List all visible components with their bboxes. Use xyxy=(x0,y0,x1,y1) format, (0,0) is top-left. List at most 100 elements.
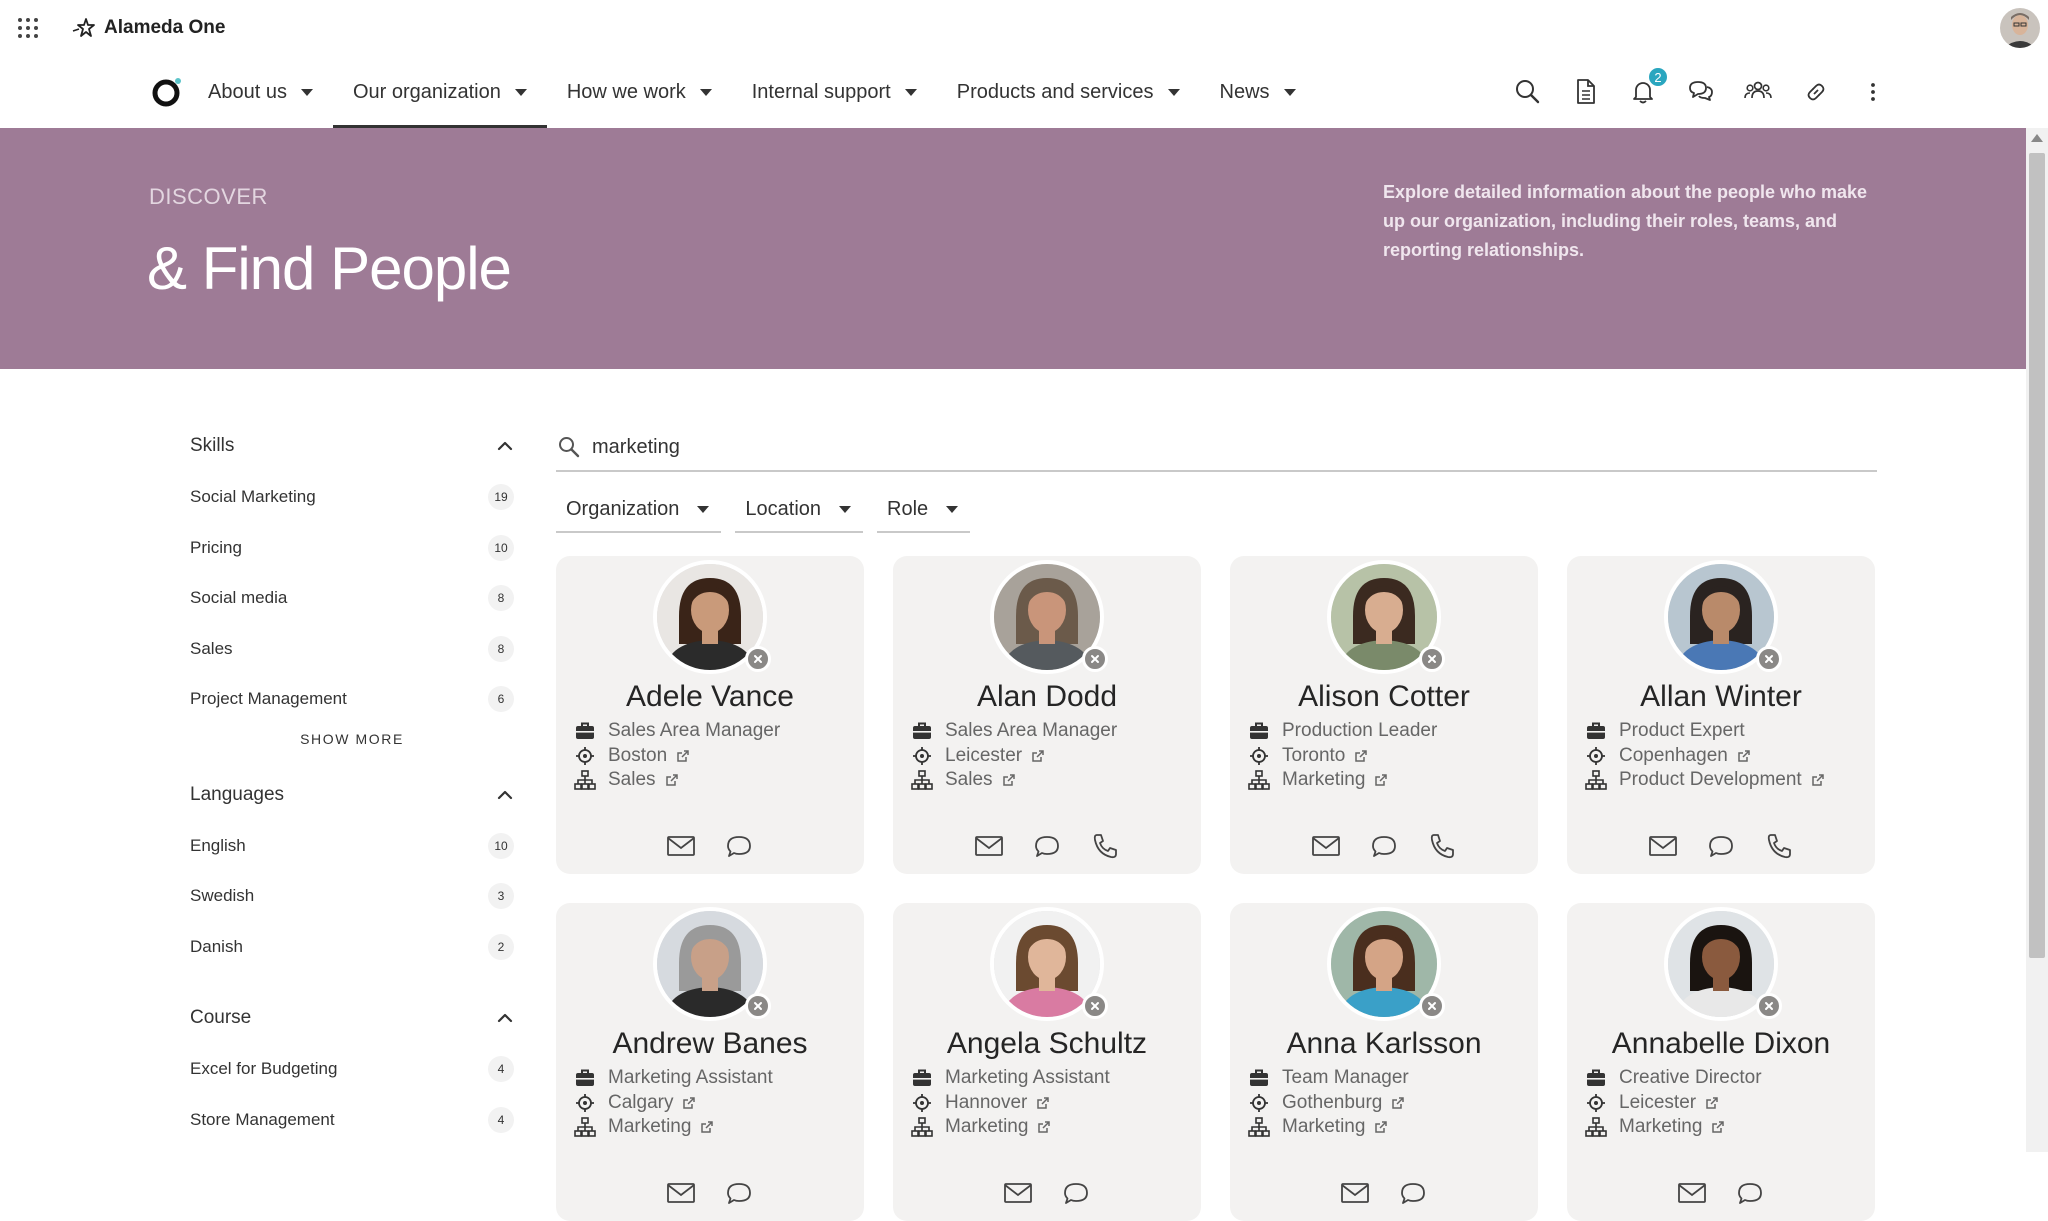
person-name[interactable]: Anna Karlsson xyxy=(1230,1027,1538,1061)
document-button[interactable] xyxy=(1566,72,1606,112)
person-card[interactable]: Andrew Banes Marketing Assistant Calgary Ma… xyxy=(556,903,864,1221)
nav-item-our-organization[interactable]: Our organization xyxy=(332,56,547,128)
person-location-link-row[interactable]: Hannover xyxy=(911,1092,1051,1114)
brand-link[interactable]: Alameda One xyxy=(72,16,225,40)
refiner-option[interactable]: Social Marketing 19 xyxy=(190,472,514,523)
person-department-link[interactable]: Marketing xyxy=(1282,769,1365,791)
person-location-link[interactable]: Boston xyxy=(608,745,667,767)
mail-button[interactable] xyxy=(665,830,697,862)
refiner-header-skills[interactable]: Skills xyxy=(190,420,514,472)
person-department-link[interactable]: Sales xyxy=(608,769,656,791)
chat-bubble-button[interactable] xyxy=(1397,1177,1429,1209)
person-name[interactable]: Alan Dodd xyxy=(893,680,1201,714)
person-department-link-row[interactable]: Marketing xyxy=(574,1116,715,1138)
person-location-link-row[interactable]: Gothenburg xyxy=(1248,1092,1406,1114)
person-department-link-row[interactable]: Marketing xyxy=(1248,769,1389,791)
site-logo-icon[interactable] xyxy=(152,76,184,108)
page-scrollbar[interactable] xyxy=(2026,128,2048,1152)
person-name[interactable]: Andrew Banes xyxy=(556,1027,864,1061)
person-location-link[interactable]: Gothenburg xyxy=(1282,1092,1382,1114)
person-location-link[interactable]: Leicester xyxy=(1619,1092,1696,1114)
mail-button[interactable] xyxy=(665,1177,697,1209)
filter-role[interactable]: Role xyxy=(877,487,971,533)
phone-button[interactable] xyxy=(1089,830,1121,862)
person-card[interactable]: Annabelle Dixon Creative Director Leiceste… xyxy=(1567,903,1875,1221)
chat-bubble-button[interactable] xyxy=(1368,830,1400,862)
mail-button[interactable] xyxy=(973,830,1005,862)
filter-location[interactable]: Location xyxy=(735,487,864,533)
phone-button[interactable] xyxy=(1426,830,1458,862)
person-location-link-row[interactable]: Toronto xyxy=(1248,745,1369,767)
person-card[interactable]: Adele Vance Sales Area Manager Boston Sales xyxy=(556,556,864,874)
nav-item-how-we-work[interactable]: How we work xyxy=(547,56,732,128)
person-location-link[interactable]: Leicester xyxy=(945,745,1022,767)
phone-button[interactable] xyxy=(1763,830,1795,862)
nav-item-products-and-services[interactable]: Products and services xyxy=(937,56,1200,128)
people-button[interactable] xyxy=(1738,72,1778,112)
person-location-link[interactable]: Hannover xyxy=(945,1092,1027,1114)
person-location-link-row[interactable]: Leicester xyxy=(1585,1092,1720,1114)
app-launcher-icon[interactable] xyxy=(16,16,40,40)
person-card[interactable]: Angela Schultz Marketing Assistant Hannove… xyxy=(893,903,1201,1221)
person-card[interactable]: Alan Dodd Sales Area Manager Leicester Sale… xyxy=(893,556,1201,874)
person-location-link[interactable]: Toronto xyxy=(1282,745,1345,767)
user-avatar[interactable] xyxy=(2000,8,2040,48)
person-location-link[interactable]: Calgary xyxy=(608,1092,673,1114)
person-department-link[interactable]: Marketing xyxy=(1619,1116,1702,1138)
person-card[interactable]: Alison Cotter Production Leader Toronto Mar… xyxy=(1230,556,1538,874)
mail-button[interactable] xyxy=(1002,1177,1034,1209)
scroll-up-icon[interactable] xyxy=(2031,134,2043,142)
refiner-header-languages[interactable]: Languages xyxy=(190,769,514,821)
filter-organization[interactable]: Organization xyxy=(556,487,722,533)
person-name[interactable]: Annabelle Dixon xyxy=(1567,1027,1875,1061)
person-department-link-row[interactable]: Sales xyxy=(574,769,680,791)
chat-bubble-button[interactable] xyxy=(1705,830,1737,862)
chat-bubble-button[interactable] xyxy=(1060,1177,1092,1209)
refiner-option[interactable]: Sales 8 xyxy=(190,624,514,675)
refiner-option[interactable]: Swedish 3 xyxy=(190,871,514,922)
chat-bubble-button[interactable] xyxy=(723,830,755,862)
mail-button[interactable] xyxy=(1310,830,1342,862)
mail-button[interactable] xyxy=(1676,1177,1708,1209)
person-department-link[interactable]: Product Development xyxy=(1619,769,1802,791)
person-department-link-row[interactable]: Marketing xyxy=(911,1116,1052,1138)
chat-button[interactable] xyxy=(1681,72,1721,112)
refiner-option[interactable]: Pricing 10 xyxy=(190,523,514,574)
person-department-link[interactable]: Marketing xyxy=(945,1116,1028,1138)
chat-bubble-button[interactable] xyxy=(723,1177,755,1209)
chat-bubble-button[interactable] xyxy=(1734,1177,1766,1209)
refiner-option[interactable]: English 10 xyxy=(190,821,514,872)
scrollbar-thumb[interactable] xyxy=(2029,153,2045,958)
refiner-option[interactable]: Project Management 6 xyxy=(190,674,514,725)
person-location-link-row[interactable]: Leicester xyxy=(911,745,1046,767)
mail-button[interactable] xyxy=(1339,1177,1371,1209)
person-department-link-row[interactable]: Sales xyxy=(911,769,1017,791)
person-department-link-row[interactable]: Product Development xyxy=(1585,769,1826,791)
mail-button[interactable] xyxy=(1647,830,1679,862)
refiner-option[interactable]: Store Management 4 xyxy=(190,1095,514,1146)
person-location-link-row[interactable]: Calgary xyxy=(574,1092,697,1114)
person-department-link[interactable]: Marketing xyxy=(608,1116,691,1138)
person-card[interactable]: Anna Karlsson Team Manager Gothenburg Marke… xyxy=(1230,903,1538,1221)
person-name[interactable]: Angela Schultz xyxy=(893,1027,1201,1061)
more-button[interactable] xyxy=(1853,72,1893,112)
search-button[interactable] xyxy=(1508,72,1548,112)
person-department-link-row[interactable]: Marketing xyxy=(1585,1116,1726,1138)
refiner-option[interactable]: Excel for Budgeting 4 xyxy=(190,1044,514,1095)
person-name[interactable]: Adele Vance xyxy=(556,680,864,714)
person-location-link-row[interactable]: Copenhagen xyxy=(1585,745,1752,767)
person-name[interactable]: Alison Cotter xyxy=(1230,680,1538,714)
person-department-link-row[interactable]: Marketing xyxy=(1248,1116,1389,1138)
nav-item-internal-support[interactable]: Internal support xyxy=(732,56,937,128)
search-input[interactable] xyxy=(592,435,1792,459)
nav-item-about-us[interactable]: About us xyxy=(188,56,333,128)
refiner-option[interactable]: Social media 8 xyxy=(190,573,514,624)
bell-button[interactable]: 2 xyxy=(1623,66,1669,112)
show-more-button[interactable]: SHOW MORE xyxy=(190,725,514,769)
person-card[interactable]: Allan Winter Product Expert Copenhagen Prod… xyxy=(1567,556,1875,874)
chat-bubble-button[interactable] xyxy=(1031,830,1063,862)
person-name[interactable]: Allan Winter xyxy=(1567,680,1875,714)
person-department-link[interactable]: Sales xyxy=(945,769,993,791)
person-department-link[interactable]: Marketing xyxy=(1282,1116,1365,1138)
refiner-option[interactable]: Danish 2 xyxy=(190,922,514,973)
